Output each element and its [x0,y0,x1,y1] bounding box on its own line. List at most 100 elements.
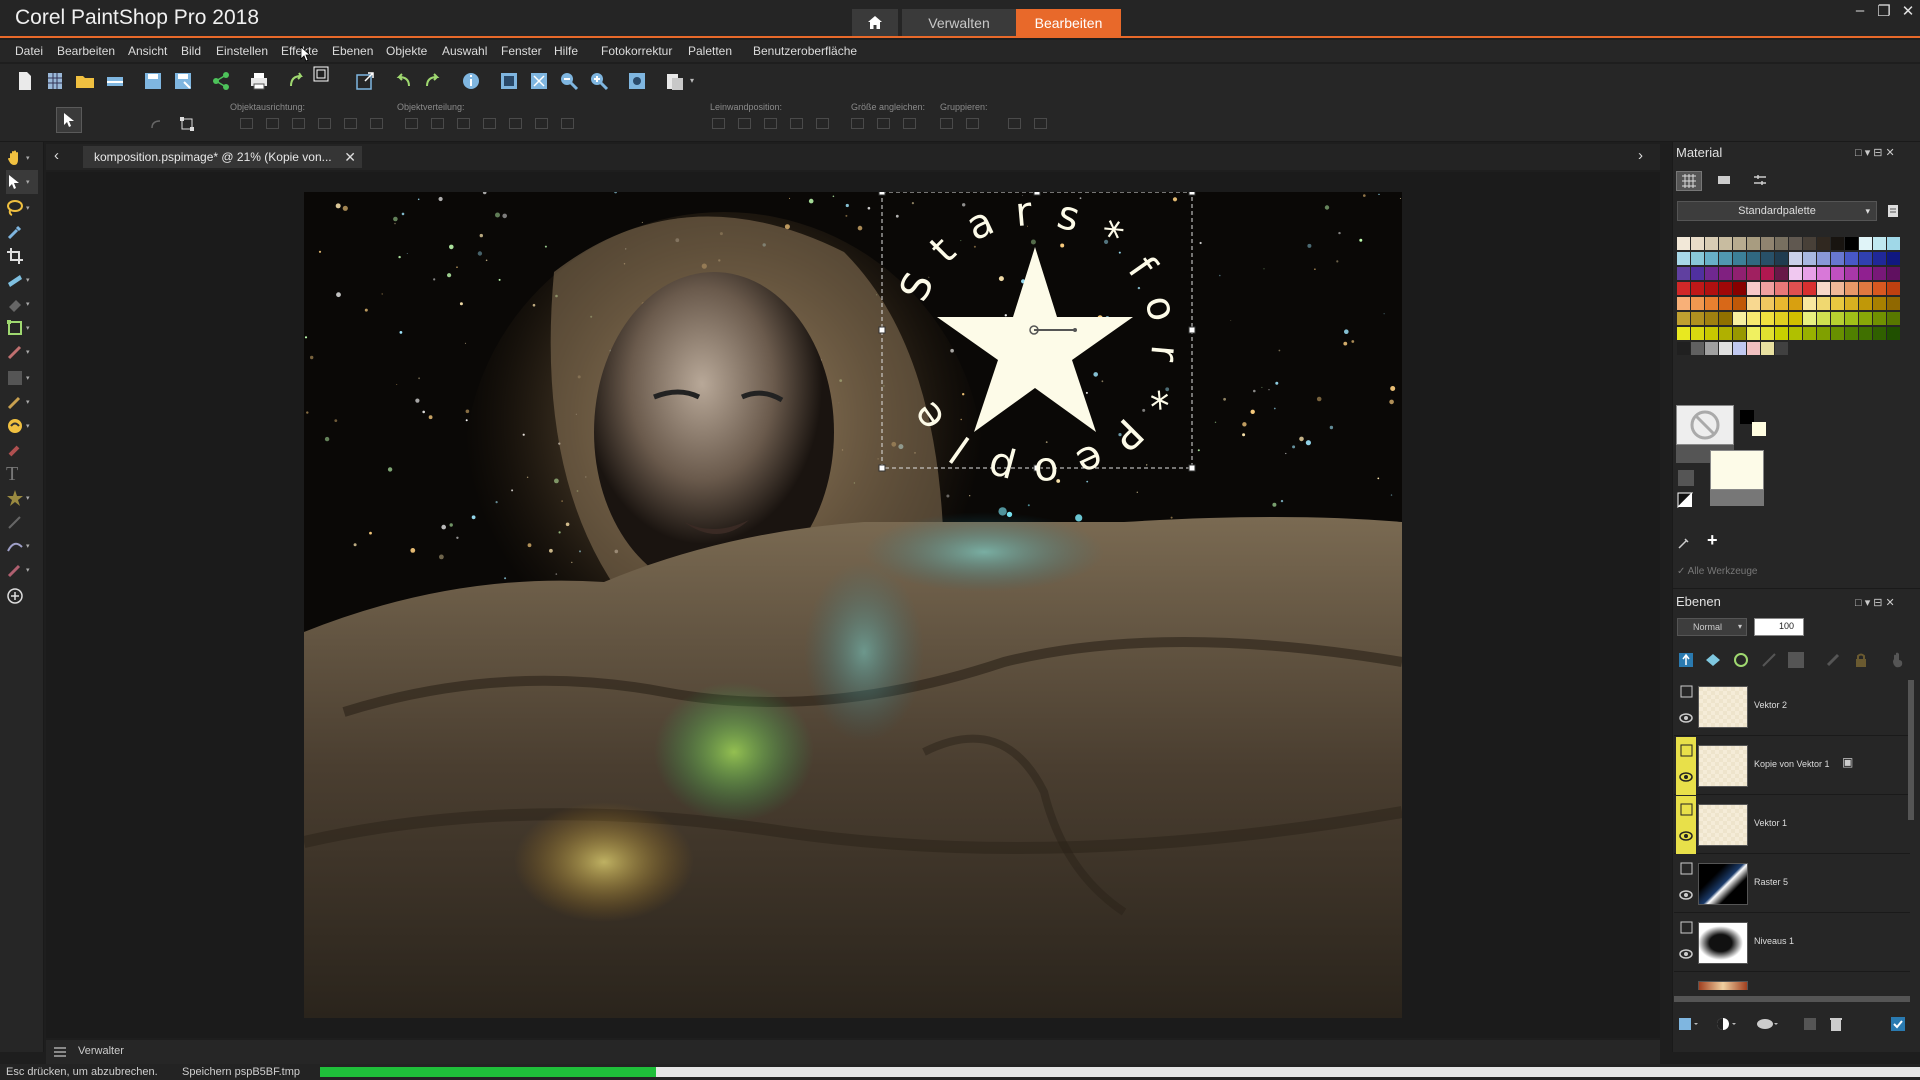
layer-group-icon[interactable] [1786,650,1806,670]
menu-ebenen[interactable]: Ebenen [332,44,373,58]
swap-colors-icon[interactable] [1678,470,1694,486]
color-swatch[interactable] [1705,297,1718,310]
minimize-icon[interactable]: – [1848,2,1872,19]
color-swatch[interactable] [1859,297,1872,310]
adjustment-layer-icon[interactable] [1760,651,1778,669]
align-option-icon[interactable] [266,118,279,129]
color-swatch[interactable] [1873,237,1886,250]
color-swatch[interactable] [1747,267,1760,280]
color-swatch[interactable] [1831,297,1844,310]
align-option-icon[interactable] [318,118,331,129]
color-swatch[interactable] [1845,297,1858,310]
preset-shape-tool[interactable]: ▾ [6,486,38,510]
color-swatch[interactable] [1817,252,1830,265]
color-swatch[interactable] [1887,297,1900,310]
color-swatch[interactable] [1691,267,1704,280]
open-folder-icon[interactable] [74,70,96,92]
zoom-out-icon[interactable] [558,70,580,92]
panel-controls-icon[interactable]: □ ▾ ⊟ ✕ [1855,596,1895,609]
color-swatch[interactable] [1761,312,1774,325]
pick-tool[interactable]: ▾ [6,170,38,194]
pattern-swatch[interactable] [1747,342,1760,355]
color-swatch[interactable] [1719,327,1732,340]
color-swatch[interactable] [1803,252,1816,265]
color-swatch[interactable] [1775,267,1788,280]
pattern-swatch[interactable] [1677,342,1690,355]
layer-mask-dropdown-icon[interactable] [1756,1016,1780,1032]
color-swatch[interactable] [1873,312,1886,325]
rotate-object-icon[interactable] [150,118,164,130]
add-tool-button[interactable] [6,584,38,608]
layer-row[interactable]: Raster 5 [1674,855,1910,913]
rotate-icon[interactable] [286,70,308,92]
layer-row[interactable]: ▸Vektor 1 [1674,796,1910,854]
home-button[interactable] [852,9,898,36]
pan-tool[interactable]: ▾ [6,146,38,170]
color-swatch[interactable] [1859,267,1872,280]
menu-fotokorrektur[interactable]: Fotokorrektur [601,44,672,58]
palette-manager-icon[interactable] [1886,203,1900,219]
print-icon[interactable] [248,70,270,92]
align-option-icon[interactable] [344,118,357,129]
color-swatch[interactable] [1831,237,1844,250]
lasso-tool[interactable]: ▾ [6,196,38,220]
align-option-icon[interactable] [903,118,916,129]
color-swatch[interactable] [1845,237,1858,250]
restore-icon[interactable]: ❐ [1872,2,1896,20]
color-swatch[interactable] [1789,237,1802,250]
layer-blend-dropdown-icon[interactable] [1716,1016,1738,1032]
color-swatch[interactable] [1789,282,1802,295]
color-swatch[interactable] [1873,282,1886,295]
color-swatch[interactable] [1803,312,1816,325]
menu-bearbeiten[interactable]: Bearbeiten [57,44,115,58]
color-swatch[interactable] [1803,237,1816,250]
layer-visibility-toggle[interactable] [1676,855,1696,913]
menu-ansicht[interactable]: Ansicht [128,44,167,58]
delete-layer-icon[interactable] [1828,1016,1844,1032]
airbrush-tool[interactable]: ▾ [6,558,38,582]
color-swatch[interactable] [1677,252,1690,265]
chevron-right-icon[interactable]: › [1638,147,1643,164]
pattern-swatch[interactable] [1719,342,1732,355]
menu-auswahl[interactable]: Auswahl [442,44,487,58]
color-swatch[interactable] [1705,327,1718,340]
color-swatch[interactable] [1677,327,1690,340]
resize-icon[interactable] [354,70,376,92]
color-swatch[interactable] [1719,267,1732,280]
color-swatch[interactable] [1747,312,1760,325]
layer-visibility-toggle[interactable] [1676,737,1696,795]
color-swatch[interactable] [1761,267,1774,280]
color-swatch[interactable] [1831,252,1844,265]
color-swatch[interactable] [1747,252,1760,265]
align-option-icon[interactable] [1034,118,1047,129]
color-swatch[interactable] [1845,327,1858,340]
fill-tool[interactable]: ▾ [6,366,38,390]
color-swatch[interactable] [1859,237,1872,250]
color-swatch[interactable] [1719,282,1732,295]
color-swatch[interactable] [1789,312,1802,325]
color-swatch[interactable] [1733,282,1746,295]
color-swatch[interactable] [1761,327,1774,340]
color-swatch[interactable] [1845,282,1858,295]
color-swatch[interactable] [1859,252,1872,265]
close-tab-icon[interactable]: ✕ [344,149,356,166]
scan-icon[interactable] [104,70,126,92]
menu-objekte[interactable]: Objekte [386,44,427,58]
info-icon[interactable] [460,70,482,92]
color-swatch[interactable] [1705,252,1718,265]
color-swatch[interactable] [1747,297,1760,310]
color-swatch[interactable] [1733,312,1746,325]
color-swatch[interactable] [1747,327,1760,340]
color-swatch[interactable] [1775,282,1788,295]
mask-icon[interactable] [1732,651,1750,669]
color-swatch[interactable] [1817,237,1830,250]
color-swatch[interactable] [1831,312,1844,325]
lock-icon[interactable] [1852,651,1870,669]
color-swatch[interactable] [1845,312,1858,325]
color-swatch[interactable] [1691,282,1704,295]
color-swatch[interactable] [1887,312,1900,325]
color-swatch[interactable] [1733,327,1746,340]
document-tab[interactable]: komposition.pspimage* @ 21% (Kopie von..… [83,146,362,168]
hand-small-icon[interactable] [1890,651,1906,669]
layer-visibility-toggle[interactable] [1676,678,1696,736]
